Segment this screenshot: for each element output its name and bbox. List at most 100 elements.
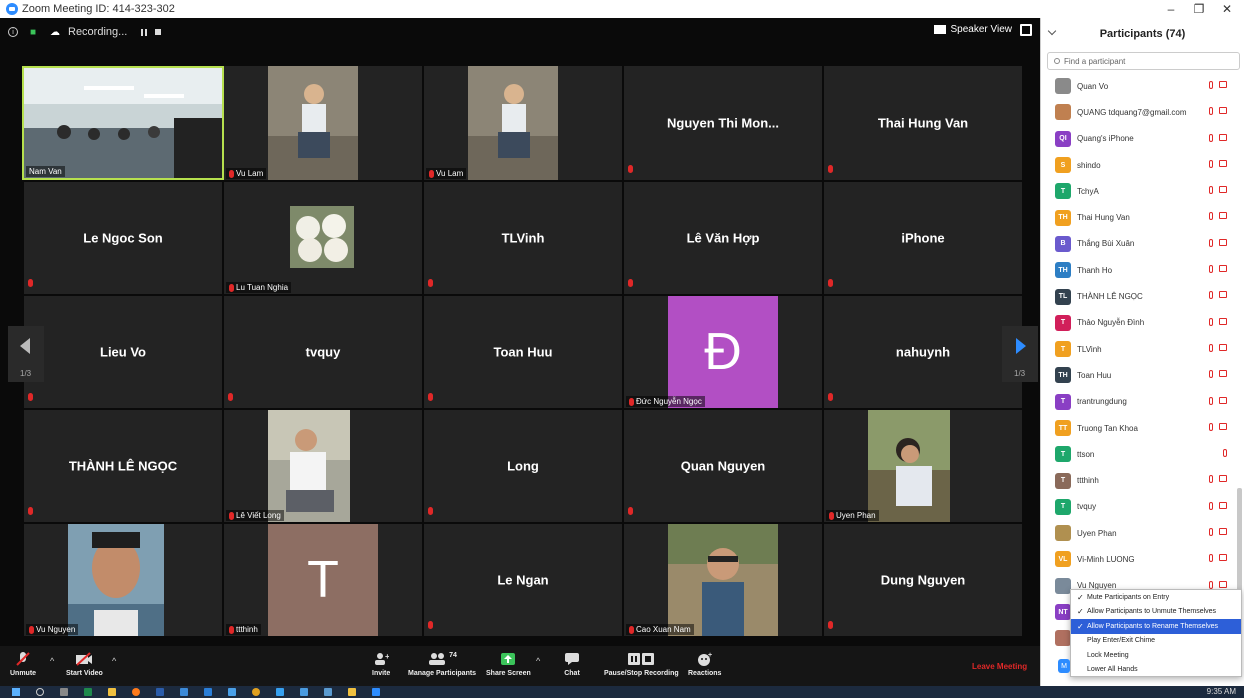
invite-button[interactable]: + Invite — [372, 648, 390, 677]
app-icon[interactable] — [204, 688, 212, 696]
video-tile[interactable]: Vu Lam — [224, 66, 422, 180]
video-tile[interactable]: nahuynh — [824, 296, 1022, 408]
video-tile[interactable]: Nguyen Thi Mon... — [624, 66, 822, 180]
participant-row[interactable]: Ttvquy — [1041, 494, 1237, 520]
participant-row[interactable]: TT Truong Tan Khoa — [1041, 415, 1237, 441]
video-tile[interactable]: TLVinh — [424, 182, 622, 294]
pause-stop-recording-button[interactable]: Pause/Stop Recording — [604, 648, 679, 677]
menu-item[interactable]: Lower All Hands — [1071, 663, 1241, 678]
file-explorer-icon[interactable] — [108, 688, 116, 696]
maximize-icon[interactable]: ❐ — [1188, 0, 1210, 18]
menu-item[interactable]: ✓ Mute Participants on Entry — [1071, 590, 1241, 605]
participant-row[interactable]: TL THÀNH LÊ NGỌC — [1041, 283, 1237, 309]
start-video-button[interactable]: Start Video — [66, 648, 103, 677]
app-icon[interactable] — [228, 688, 236, 696]
video-tile[interactable]: Quan Nguyen — [624, 410, 822, 522]
manage-participants-button[interactable]: 74 Manage Participants — [408, 648, 476, 678]
avatar: T — [268, 524, 378, 636]
arrow-right-icon — [1016, 338, 1026, 354]
video-tile[interactable]: Dung Nguyen — [824, 524, 1022, 636]
fullscreen-icon[interactable] — [1020, 24, 1032, 36]
chrome-icon[interactable] — [252, 688, 260, 696]
chevron-up-icon[interactable]: ^ — [112, 656, 116, 666]
video-tile[interactable]: T ttthinh — [224, 524, 422, 636]
participant-name: Thanh Ho — [1077, 265, 1113, 275]
participant-row[interactable]: QUANG tdquang7@gmail.com — [1041, 99, 1237, 125]
participant-row[interactable]: B Thắng Bùi Xuân — [1041, 231, 1237, 257]
next-page-button[interactable]: 1/3 — [1002, 326, 1038, 382]
chevron-up-icon[interactable]: ^ — [536, 656, 540, 666]
video-tile[interactable]: Le Ngoc Son — [24, 182, 222, 294]
video-tile[interactable]: Lu Tuan Nghia — [224, 182, 422, 294]
video-tile[interactable]: THÀNH LÊ NGỌC — [24, 410, 222, 522]
video-tile[interactable]: Vu Lam — [424, 66, 622, 180]
video-tile[interactable]: Uyen Phan — [824, 410, 1022, 522]
close-icon[interactable]: ✕ — [1216, 0, 1238, 18]
participant-row[interactable]: Ttrantrungdung — [1041, 389, 1237, 415]
avatar — [1055, 104, 1071, 121]
mic-muted-icon — [428, 616, 433, 634]
word-icon[interactable] — [156, 688, 164, 696]
participant-row[interactable]: VL Vi-Minh LUONG — [1041, 546, 1237, 572]
speaker-view-button[interactable]: Speaker View — [934, 24, 1012, 35]
participant-row[interactable]: Tttthinh — [1041, 467, 1237, 493]
excel-icon[interactable] — [84, 688, 92, 696]
more-button[interactable]: M — [1058, 659, 1070, 673]
video-tile[interactable]: Nam Van — [22, 66, 224, 180]
video-tile[interactable]: Đ Đức Nguyễn Ngọc — [624, 296, 822, 408]
participant-row[interactable]: T Thảo Nguyễn Đình — [1041, 310, 1237, 336]
minimize-icon[interactable]: – — [1160, 0, 1182, 18]
participant-row[interactable]: T TLVinh — [1041, 336, 1237, 362]
participant-row[interactable]: Tttson — [1041, 441, 1237, 467]
chevron-up-icon[interactable]: ^ — [50, 656, 54, 666]
unmute-button[interactable]: Unmute — [10, 648, 36, 677]
zoom-icon[interactable] — [372, 688, 380, 696]
stop-recording-icon[interactable] — [155, 29, 162, 35]
lock-icon[interactable]: ■ — [26, 25, 40, 39]
video-tile[interactable]: iPhone — [824, 182, 1022, 294]
app-icon[interactable] — [324, 688, 332, 696]
video-tile[interactable]: Thai Hung Van — [824, 66, 1022, 180]
search-input[interactable]: Find a participant — [1047, 52, 1240, 70]
chat-button[interactable]: Chat — [564, 648, 580, 677]
menu-item[interactable]: ✓ Allow Participants to Rename Themselves — [1071, 619, 1241, 634]
task-view-icon[interactable] — [60, 688, 68, 696]
video-tile[interactable]: Long — [424, 410, 622, 522]
previous-page-button[interactable]: 1/3 — [8, 326, 44, 382]
share-screen-button[interactable]: Share Screen — [486, 648, 531, 677]
participant-row[interactable]: QI Quang's iPhone — [1041, 126, 1237, 152]
video-off-icon — [1219, 291, 1227, 299]
pause-recording-icon[interactable] — [141, 28, 148, 36]
video-tile[interactable]: Vu Nguyen — [24, 524, 222, 636]
info-icon[interactable]: i — [8, 27, 18, 37]
reactions-button[interactable]: + Reactions — [688, 648, 721, 677]
menu-item[interactable]: Play Enter/Exit Chime — [1071, 634, 1241, 649]
video-tile[interactable]: tvquy — [224, 296, 422, 408]
search-icon[interactable] — [36, 688, 44, 696]
video-off-icon — [1219, 422, 1227, 430]
windows-start-icon[interactable] — [12, 688, 20, 696]
video-tile[interactable]: Cao Xuan Nam — [624, 524, 822, 636]
app-icon[interactable] — [348, 688, 356, 696]
participant-row[interactable]: TH Toan Huu — [1041, 362, 1237, 388]
video-tile[interactable]: Lê Văn Hợp — [624, 182, 822, 294]
participant-row[interactable]: Quan Vo — [1041, 73, 1237, 99]
participant-row[interactable]: TH Thanh Ho — [1041, 257, 1237, 283]
video-tile[interactable]: Lieu Vo — [24, 296, 222, 408]
participant-row[interactable]: Sshindo — [1041, 152, 1237, 178]
video-tile[interactable]: Lê Viết Long — [224, 410, 422, 522]
participant-row[interactable]: Uyen Phan — [1041, 520, 1237, 546]
participant-row[interactable]: T TchyA — [1041, 178, 1237, 204]
menu-item[interactable]: Lock Meeting — [1071, 648, 1241, 663]
firefox-icon[interactable] — [132, 688, 140, 696]
participant-name: Dung Nguyen — [880, 572, 966, 588]
video-tile[interactable]: Le Ngan — [424, 524, 622, 636]
app-icon[interactable] — [180, 688, 188, 696]
participant-row[interactable]: TH Thai Hung Van — [1041, 204, 1237, 230]
app-icon[interactable] — [300, 688, 308, 696]
video-tile[interactable]: Toan Huu — [424, 296, 622, 408]
leave-meeting-button[interactable]: Leave Meeting — [972, 662, 1027, 671]
menu-item[interactable]: ✓ Allow Participants to Unmute Themselves — [1071, 605, 1241, 620]
app-icon[interactable] — [276, 688, 284, 696]
avatar: TH — [1055, 209, 1071, 226]
